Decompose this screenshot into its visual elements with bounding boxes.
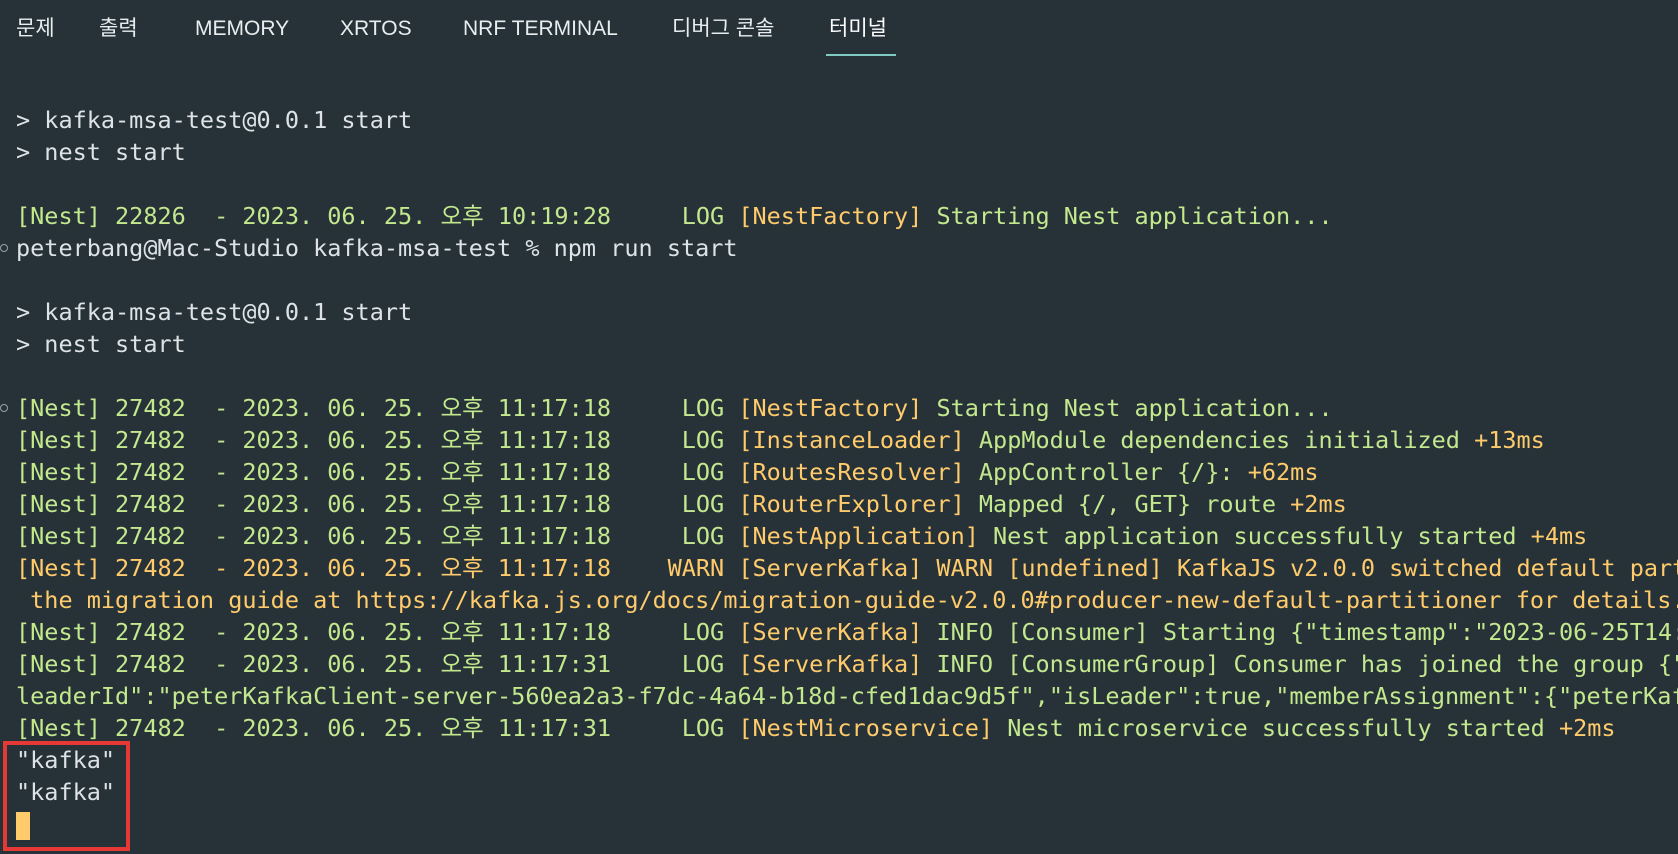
log-message: Starting Nest application...	[922, 394, 1333, 422]
terminal-line: > nest start	[16, 328, 1678, 360]
terminal-line: [Nest] 27482 - 2023. 06. 25. 오후 11:17:18…	[16, 424, 1678, 456]
log-context: [ServerKafka]	[724, 650, 923, 678]
log-context: [NestFactory]	[724, 394, 923, 422]
warn-line: the migration guide at https://kafka.js.…	[16, 586, 1678, 614]
terminal-line: > nest start	[16, 136, 1678, 168]
terminal-line: > kafka-msa-test@0.0.1 start	[16, 104, 1678, 136]
active-tab-indicator	[826, 54, 896, 56]
terminal-line: > kafka-msa-test@0.0.1 start	[16, 296, 1678, 328]
terminal-output[interactable]: > kafka-msa-test@0.0.1 start > nest start…	[0, 104, 1678, 840]
log-duration: +62ms	[1233, 458, 1319, 486]
terminal-text: peterbang@Mac-Studio kafka-msa-test % np…	[16, 234, 738, 262]
log-duration: +2ms	[1544, 714, 1616, 742]
panel-tab-bar: 문제 출력 MEMORY XRTOS NRF TERMINAL 디버그 콘솔 터…	[0, 0, 1678, 60]
command-decoration-icon[interactable]	[0, 404, 8, 412]
tab-problems[interactable]: 문제	[16, 14, 55, 54]
log-context: [InstanceLoader]	[724, 426, 965, 454]
log-level: LOG	[681, 458, 725, 486]
prompt-line[interactable]	[16, 808, 1678, 840]
log-message: INFO [ConsumerGroup] Consumer has joined…	[922, 650, 1678, 678]
log-prefix: [Nest] 27482 - 2023. 06. 25. 오후 11:17:18	[16, 426, 682, 454]
terminal-line: [Nest] 27482 - 2023. 06. 25. 오후 11:17:18…	[16, 488, 1678, 520]
tab-output[interactable]: 출력	[99, 14, 138, 54]
log-prefix: [Nest] 27482 - 2023. 06. 25. 오후 11:17:18	[16, 618, 682, 646]
terminal-line: "kafka"	[16, 744, 1678, 776]
log-level: LOG	[681, 394, 725, 422]
log-level: LOG	[681, 202, 725, 230]
log-level: LOG	[681, 426, 725, 454]
log-message: Mapped {/, GET} route	[964, 490, 1277, 518]
log-context: [NestMicroservice]	[724, 714, 994, 742]
log-continuation: leaderId":"peterKafkaClient-server-560ea…	[16, 682, 1678, 710]
log-duration: +13ms	[1459, 426, 1545, 454]
warn-line: [Nest] 27482 - 2023. 06. 25. 오후 11:17:18…	[16, 554, 1678, 582]
terminal-line: [Nest] 27482 - 2023. 06. 25. 오후 11:17:18…	[0, 392, 1678, 424]
terminal-text: > kafka-msa-test@0.0.1 start	[16, 106, 413, 134]
log-prefix: [Nest] 27482 - 2023. 06. 25. 오후 11:17:18	[16, 490, 682, 518]
log-message: Nest application successfully started	[978, 522, 1517, 550]
log-message: Nest microservice successfully started	[993, 714, 1545, 742]
terminal-line: [Nest] 27482 - 2023. 06. 25. 오후 11:17:18…	[16, 520, 1678, 552]
log-context: [NestFactory]	[724, 202, 923, 230]
terminal-line: [Nest] 27482 - 2023. 06. 25. 오후 11:17:31…	[16, 648, 1678, 680]
log-prefix: [Nest] 27482 - 2023. 06. 25. 오후 11:17:18	[16, 458, 682, 486]
terminal-line: [Nest] 27482 - 2023. 06. 25. 오후 11:17:18…	[16, 456, 1678, 488]
log-prefix: [Nest] 27482 - 2023. 06. 25. 오후 11:17:18	[16, 522, 682, 550]
log-level: LOG	[681, 618, 725, 646]
log-level: LOG	[681, 650, 725, 678]
log-duration: +4ms	[1516, 522, 1588, 550]
terminal-line: "kafka"	[16, 776, 1678, 808]
log-prefix: [Nest] 22826 - 2023. 06. 25. 오후 10:19:28	[16, 202, 682, 230]
log-message: Starting Nest application...	[922, 202, 1333, 230]
log-prefix: [Nest] 27482 - 2023. 06. 25. 오후 11:17:18	[16, 394, 682, 422]
tab-xrtos[interactable]: XRTOS	[340, 14, 412, 54]
terminal-text: > nest start	[16, 330, 186, 358]
terminal-text: > kafka-msa-test@0.0.1 start	[16, 298, 413, 326]
terminal-line: [Nest] 27482 - 2023. 06. 25. 오후 11:17:18…	[16, 616, 1678, 648]
highlight-annotation-box	[3, 741, 130, 851]
command-decoration-icon[interactable]	[0, 244, 8, 252]
log-context: [RouterExplorer]	[724, 490, 965, 518]
terminal-panel: 문제 출력 MEMORY XRTOS NRF TERMINAL 디버그 콘솔 터…	[0, 0, 1678, 854]
log-level: LOG	[681, 490, 725, 518]
log-prefix: [Nest] 27482 - 2023. 06. 25. 오후 11:17:31	[16, 650, 682, 678]
tab-memory[interactable]: MEMORY	[195, 14, 289, 54]
terminal-line: leaderId":"peterKafkaClient-server-560ea…	[16, 680, 1678, 712]
tab-nrf-terminal[interactable]: NRF TERMINAL	[463, 14, 618, 54]
tab-terminal[interactable]: 터미널	[829, 14, 887, 54]
tab-debug-console[interactable]: 디버그 콘솔	[672, 14, 774, 54]
log-context: [ServerKafka]	[724, 618, 923, 646]
terminal-line: [Nest] 22826 - 2023. 06. 25. 오후 10:19:28…	[16, 200, 1678, 232]
log-level: LOG	[681, 714, 725, 742]
terminal-line: the migration guide at https://kafka.js.…	[16, 584, 1678, 616]
log-prefix: [Nest] 27482 - 2023. 06. 25. 오후 11:17:31	[16, 714, 682, 742]
terminal-line: peterbang@Mac-Studio kafka-msa-test % np…	[0, 232, 1678, 264]
terminal-line: [Nest] 27482 - 2023. 06. 25. 오후 11:17:31…	[16, 712, 1678, 744]
terminal-text: > nest start	[16, 138, 186, 166]
log-context: [NestApplication]	[724, 522, 979, 550]
log-message: AppModule dependencies initialized	[964, 426, 1460, 454]
log-context: [RoutesResolver]	[724, 458, 965, 486]
terminal-line: [Nest] 27482 - 2023. 06. 25. 오후 11:17:18…	[16, 552, 1678, 584]
log-message: AppController {/}:	[964, 458, 1234, 486]
log-message: INFO [Consumer] Starting {"timestamp":"2…	[922, 618, 1678, 646]
log-duration: +2ms	[1276, 490, 1347, 518]
log-level: LOG	[681, 522, 725, 550]
